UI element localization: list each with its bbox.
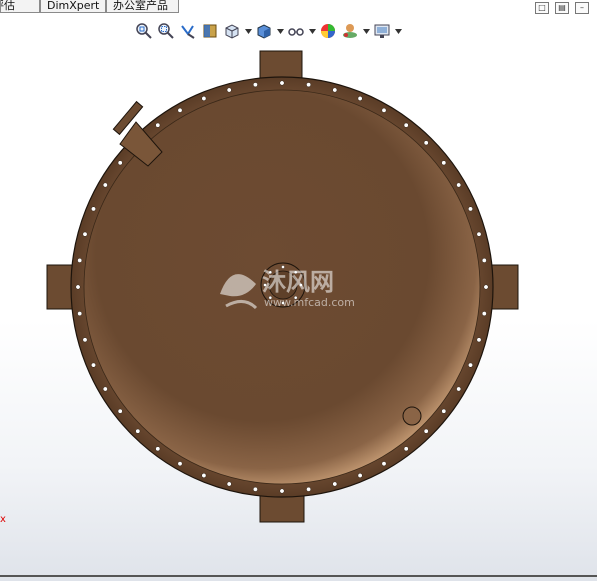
axis-marker: x [0, 514, 6, 525]
bolt-hole [226, 481, 232, 487]
bolt-hole [102, 386, 108, 392]
bolt-hole [456, 182, 462, 188]
bolt-hole [135, 428, 141, 434]
bolt-hole [91, 206, 96, 212]
bolt-hole [77, 311, 83, 317]
bolt-hole [381, 107, 387, 113]
bolt-hole [279, 488, 285, 494]
bolt-hole [476, 231, 482, 237]
bolt-hole [381, 461, 387, 467]
tab-dimxpert[interactable]: DimXpert [40, 0, 106, 13]
bolt-hole [481, 257, 487, 263]
hide-show-items-icon[interactable] [286, 21, 306, 41]
bolt-hole [306, 486, 312, 492]
bolt-hole [155, 122, 161, 128]
view-orientation-icon[interactable] [222, 21, 242, 41]
bolt-hole [332, 87, 338, 93]
bolt-hole [82, 231, 88, 237]
vessel-model: 沐风网 www.mfcad.com [46, 50, 519, 523]
bolt-hole [423, 428, 429, 434]
tile-icon[interactable]: ▤ [555, 2, 569, 14]
apply-scene-icon[interactable] [340, 21, 360, 41]
bolt-hole [117, 160, 123, 166]
bolt-hole [117, 408, 123, 414]
heads-up-view-toolbar [134, 21, 402, 41]
bolt-hole [476, 337, 482, 343]
bolt-hole [177, 107, 183, 113]
window-controls: □ ▤ – [535, 2, 589, 14]
section-view-icon[interactable] [200, 21, 220, 41]
bolt-hole [82, 337, 88, 343]
previous-view-icon[interactable] [178, 21, 198, 41]
chevron-down-icon[interactable] [394, 21, 402, 41]
bolt-hole [441, 408, 447, 414]
bolt-hole [483, 284, 489, 290]
display-style-icon[interactable] [254, 21, 274, 41]
bolt-hole [468, 206, 473, 212]
bolt-hole [357, 473, 363, 478]
edit-appearance-icon[interactable] [318, 21, 338, 41]
bolt-hole [201, 96, 207, 101]
bolt-hole [155, 446, 161, 452]
restore-icon[interactable]: □ [535, 2, 549, 14]
tab-office-products[interactable]: 办公室产品 [106, 0, 179, 13]
small-port [402, 406, 422, 426]
bolt-hole [279, 80, 285, 86]
bolt-hole [403, 446, 409, 452]
bolt-hole [77, 257, 83, 263]
bolt-hole [456, 386, 462, 392]
command-manager-tabs: 评估 DimXpert 办公室产品 [0, 0, 179, 14]
bolt-hole [226, 87, 232, 93]
bolt-hole [102, 182, 108, 188]
watermark-brand: 沐风网 [262, 268, 334, 296]
zoom-to-fit-icon[interactable] [134, 21, 154, 41]
chevron-down-icon[interactable] [308, 21, 316, 41]
bolt-hole [332, 481, 338, 487]
bolt-hole [75, 284, 81, 290]
zoom-area-icon[interactable] [156, 21, 176, 41]
chevron-down-icon[interactable] [244, 21, 252, 41]
bolt-hole [306, 82, 312, 88]
bolt-hole [91, 362, 96, 368]
bolt-hole [252, 486, 258, 492]
bolt-hole [468, 362, 473, 368]
chevron-down-icon[interactable] [276, 21, 284, 41]
bolt-hole [441, 160, 447, 166]
tab-evaluate[interactable]: 评估 [0, 0, 40, 13]
bolt-hole [481, 311, 487, 317]
bolt-hole [201, 473, 207, 478]
status-divider [0, 575, 597, 577]
bolt-hole [423, 140, 429, 146]
chevron-down-icon[interactable] [362, 21, 370, 41]
bolt-hole [177, 461, 183, 467]
watermark-url: www.mfcad.com [264, 296, 355, 309]
bolt-hole [403, 122, 409, 128]
bolt-hole [357, 96, 363, 101]
graphics-area[interactable]: 沐风网 www.mfcad.com [0, 44, 597, 574]
close-icon[interactable]: – [575, 2, 589, 14]
view-settings-icon[interactable] [372, 21, 392, 41]
bolt-hole [252, 82, 258, 88]
